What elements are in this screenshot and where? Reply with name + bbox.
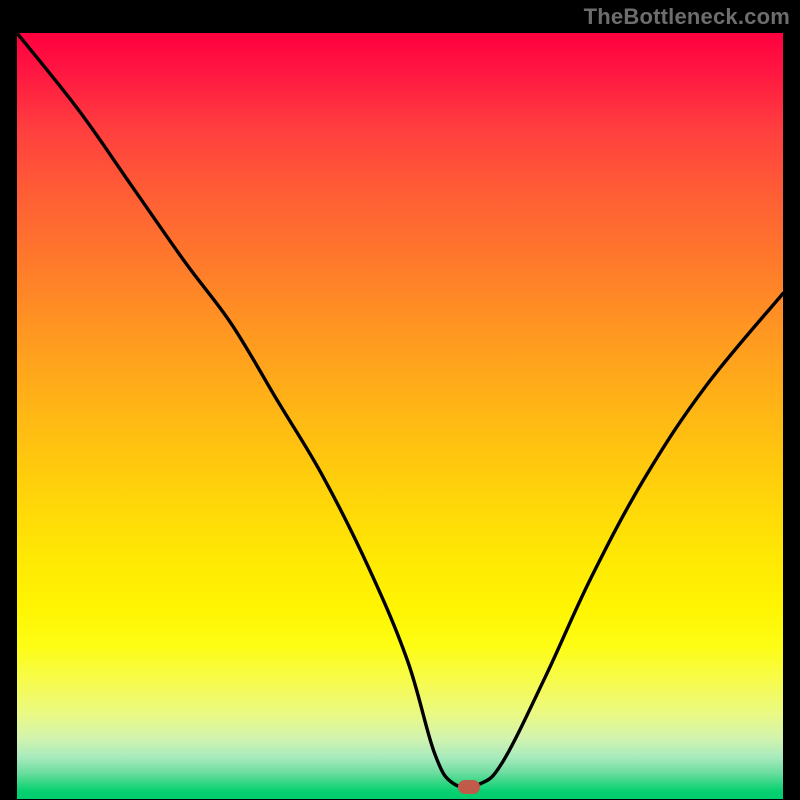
curve-layer bbox=[17, 33, 783, 799]
chart-frame: TheBottleneck.com bbox=[0, 0, 800, 800]
plot-area bbox=[17, 33, 783, 799]
attribution-label: TheBottleneck.com bbox=[584, 4, 790, 30]
bottleneck-curve bbox=[17, 33, 783, 787]
optimal-point-marker bbox=[458, 780, 480, 794]
